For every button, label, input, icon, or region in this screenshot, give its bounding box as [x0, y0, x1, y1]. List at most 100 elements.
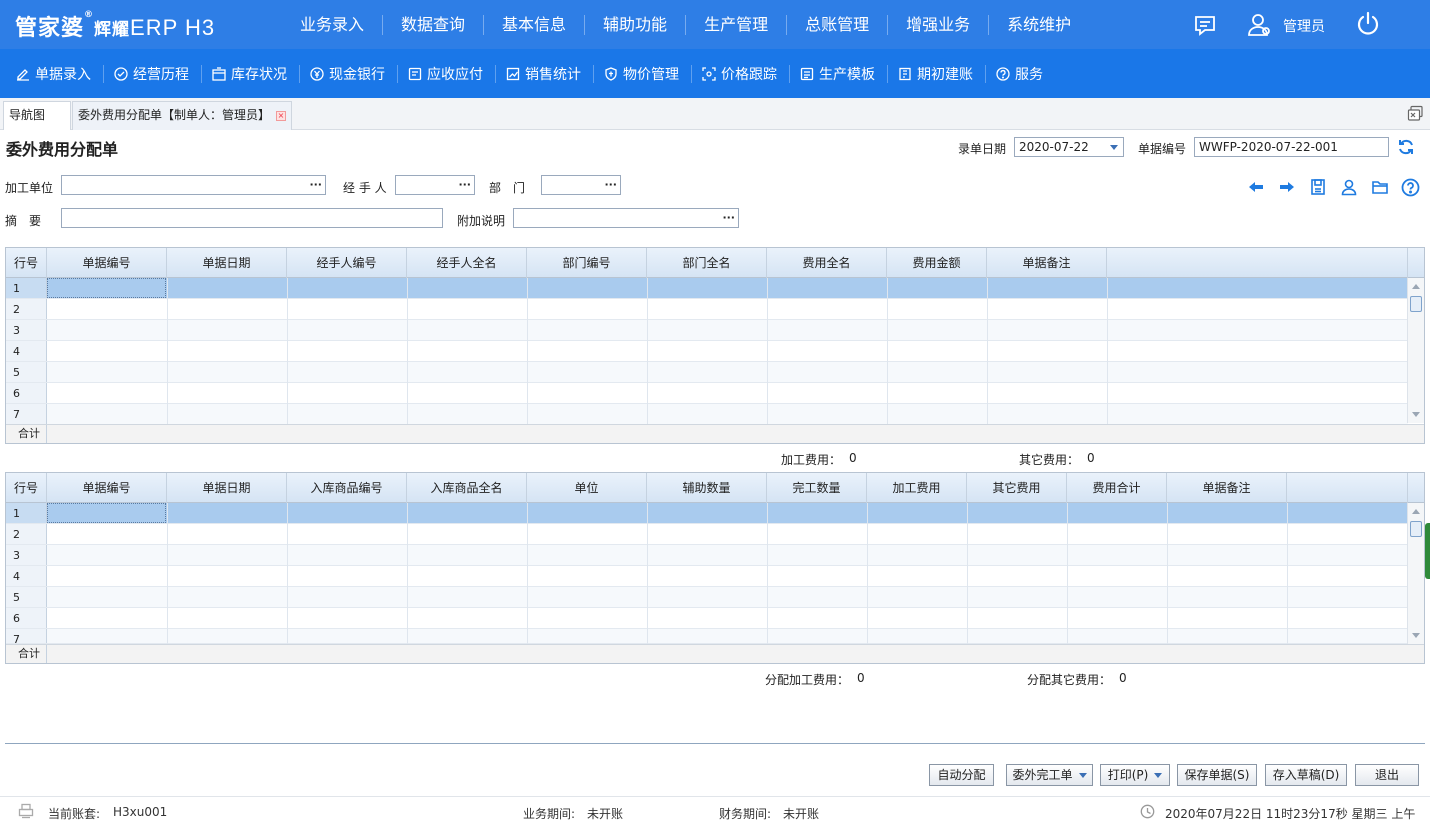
column-header[interactable]: 费用合计 — [1067, 473, 1167, 503]
quick-item-service[interactable]: 服务 — [992, 65, 1055, 83]
table-row[interactable]: 5 — [6, 587, 1408, 608]
menu-business-entry[interactable]: 业务录入 — [282, 14, 384, 35]
table-row[interactable]: 1 — [6, 503, 1408, 524]
column-header[interactable]: 辅助数量 — [647, 473, 767, 503]
cell-cursor[interactable] — [47, 503, 166, 523]
column-header[interactable]: 入库商品编号 — [287, 473, 407, 503]
column-header[interactable]: 部门全名 — [647, 248, 767, 278]
quick-item-stock-status[interactable]: 库存状况 — [208, 64, 300, 83]
quick-item-sales-stats[interactable]: 销售统计 — [502, 64, 594, 83]
department-field[interactable]: ··· — [541, 175, 621, 195]
quick-item-price-management[interactable]: 物价管理 — [600, 64, 692, 83]
person-icon[interactable] — [1333, 178, 1364, 197]
quick-item-production-template[interactable]: 生产模板 — [796, 64, 888, 83]
column-header[interactable]: 单位 — [527, 473, 647, 503]
user-name[interactable]: 管理员 — [1283, 16, 1325, 36]
column-header[interactable]: 加工费用 — [867, 473, 967, 503]
column-header[interactable]: 单据编号 — [47, 248, 167, 278]
table-row[interactable]: 6 — [6, 608, 1408, 629]
menu-system[interactable]: 系统维护 — [989, 15, 1089, 35]
scroll-up-icon[interactable] — [1412, 284, 1420, 289]
table-row[interactable]: 4 — [6, 341, 1408, 362]
tab-outsource-fee-allocation[interactable]: 委外费用分配单【制单人：管理员】 × — [72, 101, 292, 130]
table-row[interactable]: 3 — [6, 545, 1408, 566]
column-header[interactable]: 费用全名 — [767, 248, 887, 278]
menu-production[interactable]: 生产管理 — [686, 14, 788, 35]
summary-field[interactable] — [61, 208, 443, 228]
ellipsis-icon[interactable]: ··· — [309, 176, 322, 194]
table-row[interactable]: 2 — [6, 299, 1408, 320]
column-header[interactable]: 经手人编号 — [287, 248, 407, 278]
user-icon[interactable] — [1246, 12, 1272, 41]
folder-icon[interactable] — [1364, 178, 1395, 197]
column-header[interactable]: 行号 — [6, 248, 47, 278]
menu-data-query[interactable]: 数据查询 — [383, 14, 485, 35]
save-disk-icon[interactable] — [1302, 178, 1333, 197]
column-header[interactable]: 单据编号 — [47, 473, 167, 503]
document-no-field[interactable]: WWFP-2020-07-22-001 — [1194, 137, 1389, 157]
arrow-right-icon[interactable] — [1271, 178, 1302, 197]
exit-button[interactable]: 退出 — [1355, 764, 1419, 786]
menu-general-ledger[interactable]: 总账管理 — [787, 14, 889, 35]
quick-item-opening-accounts[interactable]: 期初建账 — [894, 64, 986, 83]
cell-cursor[interactable] — [47, 278, 166, 298]
vertical-scrollbar[interactable] — [1407, 503, 1424, 644]
auto-allocate-button[interactable]: 自动分配 — [929, 764, 994, 786]
quick-item-cash-bank[interactable]: 现金银行 — [306, 64, 398, 83]
scroll-down-icon[interactable] — [1412, 412, 1420, 417]
column-header[interactable]: 单据日期 — [167, 248, 287, 278]
column-header[interactable]: 完工数量 — [767, 473, 867, 503]
ellipsis-icon[interactable]: ··· — [722, 209, 735, 227]
help-circle-icon[interactable] — [1395, 178, 1426, 197]
arrow-left-icon[interactable] — [1240, 178, 1271, 197]
table-row[interactable]: 1 — [6, 278, 1408, 299]
additional-note-field[interactable]: ··· — [513, 208, 739, 228]
menu-enhanced[interactable]: 增强业务 — [888, 14, 990, 35]
template-icon — [800, 67, 814, 80]
quick-item-business-history[interactable]: 经营历程 — [110, 64, 202, 83]
date-field[interactable]: 2020-07-22 — [1014, 137, 1124, 157]
table-row[interactable]: 5 — [6, 362, 1408, 383]
ellipsis-icon[interactable]: ··· — [604, 176, 617, 194]
refresh-icon[interactable] — [1397, 138, 1415, 159]
scroll-down-icon[interactable] — [1412, 633, 1420, 638]
tab-navigation-map[interactable]: 导航图 — [3, 101, 71, 130]
handler-field[interactable]: ··· — [395, 175, 475, 195]
outsource-finish-button[interactable]: 委外完工单 — [1006, 764, 1093, 786]
column-header[interactable]: 经手人全名 — [407, 248, 527, 278]
quick-item-receivable-payable[interactable]: 应收应付 — [404, 64, 496, 83]
save-draft-button[interactable]: 存入草稿(D) — [1265, 764, 1347, 786]
table-row[interactable]: 7 — [6, 404, 1408, 425]
scroll-thumb[interactable] — [1410, 296, 1422, 312]
print-button[interactable]: 打印(P) — [1100, 764, 1170, 786]
processing-unit-field[interactable]: ··· — [61, 175, 326, 195]
message-icon[interactable] — [1193, 13, 1217, 40]
column-header[interactable]: 行号 — [6, 473, 47, 503]
table-row[interactable]: 2 — [6, 524, 1408, 545]
chevron-down-icon[interactable] — [1110, 145, 1118, 150]
save-document-button[interactable]: 保存单据(S) — [1177, 764, 1257, 786]
scroll-thumb[interactable] — [1410, 521, 1422, 537]
vertical-scrollbar[interactable] — [1407, 278, 1424, 423]
table-row[interactable]: 4 — [6, 566, 1408, 587]
scroll-up-icon[interactable] — [1412, 509, 1420, 514]
menu-aux-functions[interactable]: 辅助功能 — [585, 14, 687, 35]
power-icon[interactable] — [1355, 11, 1381, 40]
quick-item-price-tracking[interactable]: 价格跟踪 — [698, 64, 790, 83]
menu-basic-info[interactable]: 基本信息 — [484, 14, 586, 35]
table-row[interactable]: 7 — [6, 629, 1408, 644]
close-icon[interactable]: × — [276, 110, 287, 121]
restore-window-icon[interactable] — [1407, 105, 1424, 125]
page-scroll-indicator[interactable] — [1425, 523, 1430, 579]
column-header[interactable]: 部门编号 — [527, 248, 647, 278]
table-row[interactable]: 3 — [6, 320, 1408, 341]
ellipsis-icon[interactable]: ··· — [458, 176, 471, 194]
column-header[interactable]: 其它费用 — [967, 473, 1067, 503]
column-header[interactable]: 单据日期 — [167, 473, 287, 503]
table-row[interactable]: 6 — [6, 383, 1408, 404]
column-header[interactable]: 单据备注 — [1167, 473, 1287, 503]
column-header[interactable]: 入库商品全名 — [407, 473, 527, 503]
quick-item-document-entry[interactable]: 单据录入 — [12, 64, 104, 83]
column-header[interactable]: 单据备注 — [987, 248, 1107, 278]
column-header[interactable]: 费用金额 — [887, 248, 987, 278]
